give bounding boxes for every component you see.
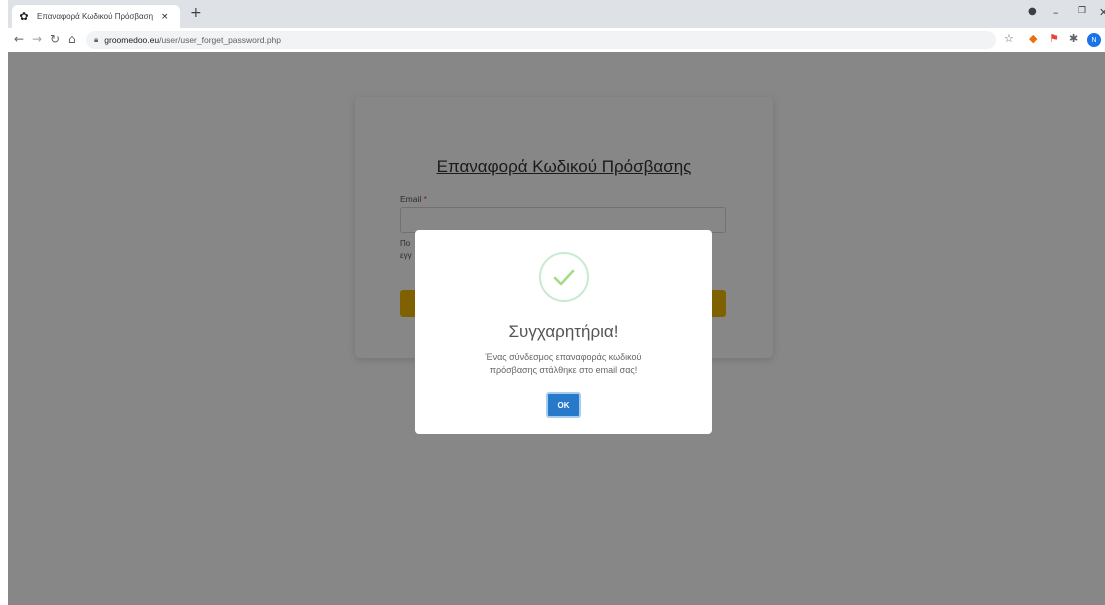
close-window-icon[interactable]: ✕	[1099, 6, 1105, 19]
dialog-title: Συγχαρητήρια!	[508, 322, 619, 341]
paw-icon: ✿	[19, 10, 29, 23]
dialog-message: Ένας σύνδεσμος επαναφοράς κωδικού πρόσβα…	[485, 352, 642, 375]
browser-tab[interactable]: ✿ Επαναφορά Κωδικού Πρόσβαση ×	[12, 5, 180, 28]
page-viewport: Επαναφορά Κωδικού Πρόσβασης Email * Πο ε…	[8, 52, 1105, 605]
tab-title: Επαναφορά Κωδικού Πρόσβαση	[37, 12, 154, 21]
minimize-icon[interactable]: –	[1053, 6, 1059, 19]
restore-icon[interactable]: ❐	[1078, 6, 1086, 16]
lock-icon[interactable]: 🔒︎	[94, 35, 98, 45]
address-bar[interactable]: 🔒︎ groomedoo.eu/user/user_forget_passwor…	[86, 31, 996, 49]
success-check-icon	[539, 252, 589, 302]
profile-avatar[interactable]: N	[1087, 33, 1101, 47]
checkmark-icon	[553, 269, 575, 286]
star-icon[interactable]: ☆	[1004, 33, 1014, 45]
browser-window: ✿ Επαναφορά Κωδικού Πρόσβαση × + ● – ❐ ✕…	[8, 0, 1105, 605]
new-tab-button[interactable]: +	[190, 5, 202, 21]
record-icon[interactable]: ●	[1028, 6, 1037, 17]
extensions-puzzle-icon[interactable]: ✱	[1069, 33, 1078, 45]
ok-button[interactable]: OK	[546, 392, 581, 418]
reload-icon[interactable]: ↻	[50, 32, 60, 46]
extension-flag-icon[interactable]: ⚑	[1049, 33, 1059, 45]
url-host: groomedoo.eu	[104, 35, 160, 45]
back-arrow-icon[interactable]: ←	[14, 32, 24, 46]
home-icon[interactable]: ⌂	[68, 32, 76, 46]
url-text: groomedoo.eu/user/user_forget_password.p…	[104, 35, 281, 45]
extension-color-icon[interactable]: ◆	[1029, 33, 1037, 45]
url-path: /user/user_forget_password.php	[159, 35, 281, 45]
browser-toolbar: ← → ↻ ⌂ 🔒︎ groomedoo.eu/user/user_forget…	[8, 28, 1105, 52]
forward-arrow-icon[interactable]: →	[32, 32, 42, 46]
tab-strip: ✿ Επαναφορά Κωδικού Πρόσβαση × + ● – ❐ ✕	[8, 0, 1105, 28]
success-dialog: Συγχαρητήρια! Ένας σύνδεσμος επαναφοράς …	[415, 230, 712, 434]
tab-close-icon[interactable]: ×	[161, 12, 169, 22]
